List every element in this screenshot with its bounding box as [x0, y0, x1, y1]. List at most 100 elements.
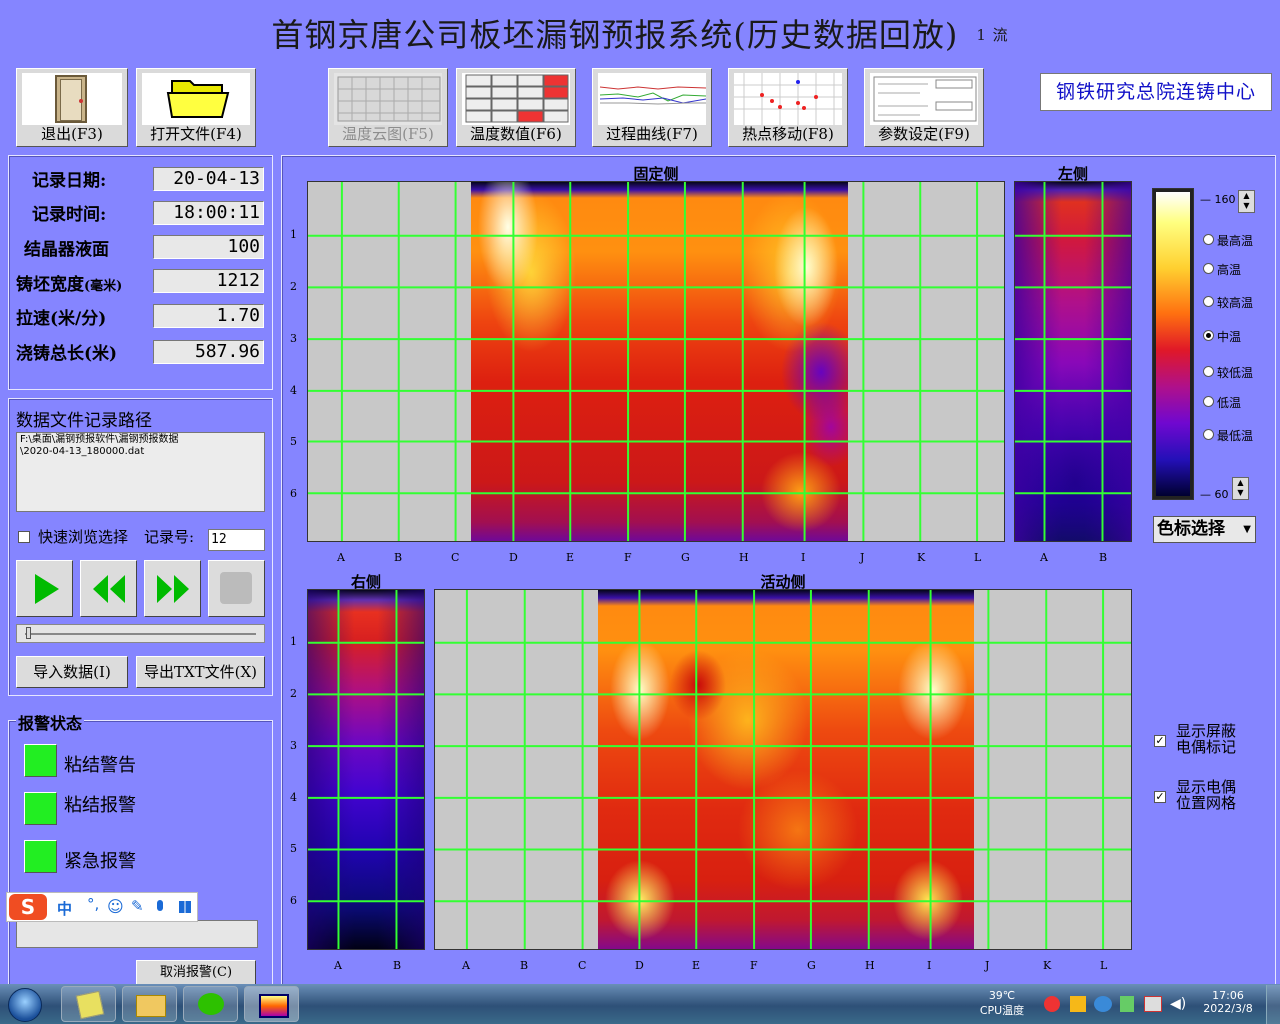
- taskbar-app-wechat[interactable]: [183, 986, 238, 1022]
- playback-slider[interactable]: [16, 624, 265, 643]
- play-button[interactable]: [16, 560, 73, 617]
- heatmap-app-icon: [259, 994, 289, 1018]
- cancel-alarm-button[interactable]: 取消报警(C): [136, 960, 256, 986]
- file-path-box[interactable]: F:\桌面\漏钢预报软件\漏钢预报数据 \2020-04-13_180000.d…: [16, 432, 265, 512]
- slab-width-label: 铸坯宽度(毫米): [16, 275, 123, 295]
- scale-level-radio[interactable]: [1203, 429, 1214, 440]
- open-file-button[interactable]: 打开文件(F4): [136, 68, 256, 147]
- casting-speed-field: 1.70: [153, 304, 264, 328]
- right-row-tick: 5: [290, 842, 297, 855]
- color-scale-select[interactable]: 色标选择 ▼: [1153, 516, 1256, 543]
- ime-punctuation-icon[interactable]: °,: [87, 895, 99, 913]
- ime-emoji-icon[interactable]: ☺: [107, 897, 124, 916]
- temperature-cloud-button[interactable]: 温度云图(F5): [328, 68, 448, 147]
- active-col-tick: G: [807, 959, 816, 972]
- temperature-values-button[interactable]: 温度数值(F6): [456, 68, 576, 147]
- active-col-tick: C: [578, 959, 587, 972]
- ime-toolbar[interactable]: S 中 °, ☺ ✎: [6, 892, 198, 922]
- temperature-cloud-label: 温度云图(F5): [342, 125, 434, 143]
- fixed-col-tick: F: [624, 551, 632, 564]
- fixed-col-tick: A: [337, 551, 345, 564]
- process-curve-button[interactable]: 过程曲线(F7): [592, 68, 712, 147]
- stop-button[interactable]: [208, 560, 265, 617]
- active-col-tick: L: [1100, 959, 1108, 972]
- left-thermocouple-grid: [1015, 182, 1131, 541]
- right-col-tick: A: [334, 959, 342, 972]
- process-curve-label: 过程曲线(F7): [606, 125, 698, 143]
- scale-level-radio[interactable]: [1203, 366, 1214, 377]
- ime-language-toggle[interactable]: 中: [57, 898, 72, 919]
- scale-level-radio[interactable]: [1203, 396, 1214, 407]
- tray-ime-icon[interactable]: [1070, 996, 1086, 1012]
- date-field: 20-04-13: [153, 167, 264, 191]
- fixed-col-tick: H: [739, 551, 749, 564]
- play-icon: [35, 574, 59, 604]
- fixed-row-tick: 4: [290, 384, 297, 397]
- ime-toolbox-icon[interactable]: [179, 901, 191, 913]
- taskbar-app-explorer[interactable]: [122, 986, 177, 1022]
- exit-button[interactable]: 退出(F3): [16, 68, 128, 147]
- color-scale-bar: [1156, 192, 1190, 496]
- active-col-tick: J: [985, 959, 990, 972]
- right-side-heatmap: [307, 589, 425, 950]
- file-path-title: 数据文件记录路径: [16, 411, 152, 431]
- hotspot-move-button[interactable]: 热点移动(F8): [728, 68, 848, 147]
- temperature-values-label: 温度数值(F6): [470, 125, 562, 143]
- tray-network-status-icon[interactable]: [1094, 996, 1112, 1012]
- quick-browse-checkbox[interactable]: [18, 531, 30, 543]
- scale-level-radio[interactable]: [1203, 296, 1214, 307]
- fixed-col-tick: K: [917, 551, 926, 564]
- right-col-tick: B: [393, 959, 402, 972]
- window-title: 首钢京唐公司板坯漏钢预报系统(历史数据回放) 1 流: [271, 16, 1009, 54]
- taskbar-clock[interactable]: 17:06 2022/3/8: [1196, 989, 1260, 1015]
- fixed-thermocouple-grid: [308, 182, 1004, 541]
- show-shield-checkbox[interactable]: ✓: [1154, 735, 1166, 747]
- scale-level-label: 较高温: [1217, 296, 1254, 310]
- active-col-tick: B: [520, 959, 529, 972]
- taskbar-app-breakout-system[interactable]: [244, 986, 299, 1022]
- fixed-row-tick: 5: [290, 435, 297, 448]
- tray-safely-remove-icon[interactable]: [1120, 996, 1134, 1012]
- scale-min-label: — 60: [1200, 488, 1229, 501]
- folder-explorer-icon: [136, 995, 166, 1017]
- scale-level-label: 最高温: [1217, 234, 1254, 248]
- slider-thumb[interactable]: [26, 627, 31, 639]
- rewind-icon: [93, 575, 125, 603]
- exit-label: 退出(F3): [41, 125, 103, 143]
- show-desktop-button[interactable]: [1266, 985, 1280, 1024]
- rewind-button[interactable]: [80, 560, 137, 617]
- ime-voice-icon[interactable]: [157, 900, 163, 911]
- record-number-input[interactable]: 12: [208, 529, 265, 551]
- tray-antivirus-icon[interactable]: [1044, 996, 1060, 1012]
- right-row-tick: 6: [290, 894, 297, 907]
- scale-level-radio[interactable]: [1203, 234, 1214, 245]
- active-col-tick: I: [927, 959, 932, 972]
- tray-volume-icon[interactable]: ◀): [1170, 996, 1186, 1012]
- parameter-settings-button[interactable]: 参数设定(F9): [864, 68, 984, 147]
- fast-forward-icon: [157, 575, 189, 603]
- left-col-tick: B: [1099, 551, 1108, 564]
- export-txt-button[interactable]: 导出TXT文件(X): [136, 656, 265, 688]
- active-col-tick: H: [865, 959, 875, 972]
- scale-max-spinner[interactable]: ▲ ▼: [1238, 190, 1255, 213]
- tray-network-icon[interactable]: [1144, 996, 1162, 1012]
- show-grid-checkbox[interactable]: ✓: [1154, 791, 1166, 803]
- fixed-col-tick: E: [566, 551, 575, 564]
- taskbar-app-notes[interactable]: [61, 986, 116, 1022]
- alarm-status-title: 报警状态: [16, 710, 85, 734]
- emergency-alarm-label: 紧急报警: [64, 851, 136, 872]
- scale-min-spinner[interactable]: ▲ ▼: [1232, 477, 1249, 500]
- start-button[interactable]: [2, 985, 48, 1023]
- cast-length-label: 浇铸总长(米): [16, 344, 118, 364]
- scale-level-radio[interactable]: [1203, 330, 1214, 341]
- open-file-label: 打开文件(F4): [150, 125, 242, 143]
- fixed-row-tick: 1: [290, 228, 297, 241]
- ime-handwrite-icon[interactable]: ✎: [131, 897, 144, 915]
- casting-speed-label: 拉速(米/分): [16, 309, 107, 329]
- scale-level-radio[interactable]: [1203, 263, 1214, 274]
- color-scale-frame: [1152, 188, 1194, 500]
- quick-browse-label: 快速浏览选择: [38, 528, 129, 546]
- slab-width-unit: (毫米): [84, 279, 123, 294]
- fast-forward-button[interactable]: [144, 560, 201, 617]
- import-data-button[interactable]: 导入数据(I): [16, 656, 128, 688]
